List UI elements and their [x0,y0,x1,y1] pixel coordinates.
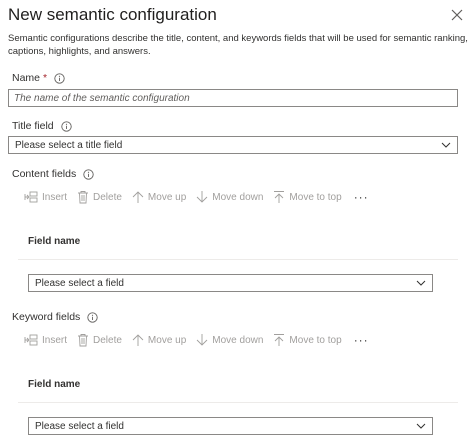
insert-icon [24,191,38,203]
delete-icon [78,334,89,347]
move-down-button[interactable]: Move down [196,333,263,347]
info-icon[interactable] [60,120,72,132]
move-down-label: Move down [212,191,264,203]
keyword-fields-toolbar: Insert Delete Move up Move down Move to … [24,333,369,347]
insert-label: Insert [42,191,68,203]
arrow-up-icon [132,191,144,203]
chevron-down-icon [416,280,426,286]
title-field-label-text: Title field [12,120,54,132]
move-up-button[interactable]: Move up [132,190,186,204]
move-to-top-icon [274,191,285,203]
more-icon[interactable]: ··· [354,190,369,204]
content-fields-label: Content fields [12,168,94,180]
title-field-label: Title field [12,120,72,132]
content-fields-label-text: Content fields [12,168,77,180]
more-icon[interactable]: ··· [354,333,369,347]
move-to-top-label: Move to top [289,191,342,203]
keyword-fields-label: Keyword fields [12,311,98,323]
insert-button[interactable]: Insert [24,333,67,347]
keyword-field-dropdown[interactable]: Please select a field [28,417,433,435]
name-label: Name * [12,72,65,84]
panel-description: Semantic configurations describe the tit… [8,33,468,57]
delete-button[interactable]: Delete [77,190,122,204]
content-field-dropdown[interactable]: Please select a field [28,274,433,292]
move-to-top-label: Move to top [289,334,342,346]
info-icon[interactable] [87,311,98,323]
delete-icon [78,191,89,204]
insert-button[interactable]: Insert [24,190,67,204]
move-to-top-button[interactable]: Move to top [273,190,342,204]
keyword-field-value: Please select a field [35,420,124,432]
arrow-down-icon [196,334,208,346]
keyword-fields-label-text: Keyword fields [12,311,81,323]
name-input[interactable] [8,89,458,107]
required-marker: * [43,72,48,84]
chevron-down-icon [441,142,451,148]
move-up-button[interactable]: Move up [132,333,186,347]
title-field-value: Please select a title field [15,139,123,151]
insert-icon [24,334,38,346]
delete-label: Delete [93,334,122,346]
insert-label: Insert [42,334,68,346]
content-header-divider [18,259,458,260]
keyword-field-name-header: Field name [28,379,81,390]
move-up-label: Move up [147,191,187,203]
info-icon[interactable] [54,72,65,84]
move-down-label: Move down [212,334,264,346]
delete-label: Delete [93,191,122,203]
move-up-label: Move up [147,334,187,346]
move-to-top-button[interactable]: Move to top [273,333,342,347]
panel-title: New semantic configuration [8,5,217,24]
title-field-dropdown[interactable]: Please select a title field [8,136,458,154]
chevron-down-icon [416,423,426,429]
arrow-down-icon [196,191,208,203]
arrow-up-icon [132,334,144,346]
close-icon[interactable] [449,7,465,23]
content-field-value: Please select a field [35,277,124,289]
move-down-button[interactable]: Move down [196,190,263,204]
content-field-name-header: Field name [28,236,81,247]
content-fields-toolbar: Insert Delete Move up Move down Move to … [24,190,369,204]
name-label-text: Name [12,72,41,84]
keyword-header-divider [18,402,458,403]
move-to-top-icon [274,334,285,346]
delete-button[interactable]: Delete [77,333,122,347]
info-icon[interactable] [83,168,94,180]
